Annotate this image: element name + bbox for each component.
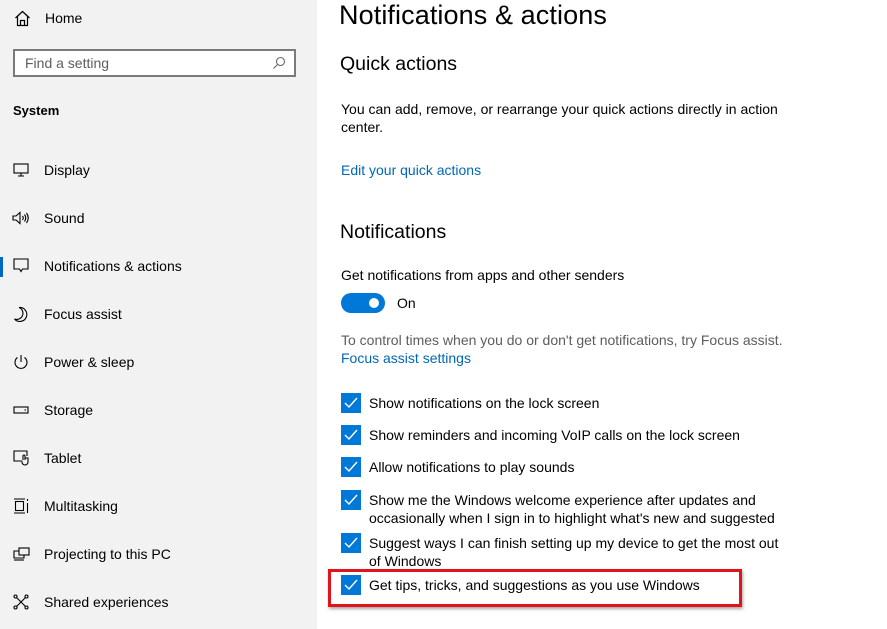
sidebar-item-shared-experiences[interactable]: Shared experiences — [0, 584, 317, 620]
sidebar-item-power-sleep[interactable]: Power & sleep — [0, 344, 317, 380]
active-indicator — [0, 353, 3, 373]
shared-experiences-icon — [12, 593, 30, 611]
search-box[interactable] — [13, 49, 296, 77]
notifications-icon — [12, 257, 30, 275]
sidebar-item-label: Shared experiences — [44, 594, 169, 610]
moon-icon — [12, 305, 30, 323]
power-icon — [12, 353, 30, 371]
sidebar-item-tablet[interactable]: Tablet — [0, 440, 317, 476]
checkbox-label: Show reminders and incoming VoIP calls o… — [369, 427, 740, 443]
tablet-icon — [12, 449, 30, 467]
checkbox[interactable] — [341, 457, 361, 477]
checkmark-icon — [344, 397, 358, 409]
toggle-state-label: On — [397, 295, 416, 311]
checkbox[interactable] — [341, 533, 361, 553]
checkmark-icon — [344, 429, 358, 441]
checkmark-icon — [344, 494, 358, 506]
multitasking-icon — [12, 497, 30, 515]
checkbox-welcome-experience[interactable]: Show me the Windows welcome experience a… — [341, 490, 789, 527]
sidebar: Home System Display — [0, 0, 317, 629]
toggle-knob — [369, 298, 379, 308]
sidebar-item-label: Sound — [44, 210, 85, 226]
active-indicator — [0, 593, 3, 613]
active-indicator — [0, 305, 3, 325]
checkbox-label: Show notifications on the lock screen — [369, 395, 600, 411]
display-icon — [12, 161, 30, 179]
notifications-heading: Notifications — [340, 221, 447, 243]
checkmark-icon — [344, 461, 358, 473]
checkbox[interactable] — [341, 393, 361, 413]
sidebar-item-label: Projecting to this PC — [44, 546, 171, 562]
checkbox-reminders-voip[interactable]: Show reminders and incoming VoIP calls o… — [341, 425, 789, 445]
notifications-toggle-label: Get notifications from apps and other se… — [341, 267, 625, 283]
sidebar-item-display[interactable]: Display — [0, 152, 317, 188]
active-indicator — [0, 545, 3, 565]
focus-assist-hint: To control times when you do or don't ge… — [341, 332, 783, 348]
sidebar-item-notifications-actions[interactable]: Notifications & actions — [0, 248, 317, 284]
checkbox[interactable] — [341, 425, 361, 445]
active-indicator — [0, 209, 3, 229]
storage-icon — [12, 401, 30, 419]
checkbox-label: Allow notifications to play sounds — [369, 459, 575, 475]
sidebar-item-label: Power & sleep — [44, 354, 135, 370]
sidebar-item-label: Storage — [44, 402, 94, 418]
sidebar-item-multitasking[interactable]: Multitasking — [0, 488, 317, 524]
highlight-annotation-box — [328, 569, 742, 607]
sidebar-item-label: Display — [44, 162, 90, 178]
checkbox-label: Show me the Windows welcome experience a… — [369, 492, 775, 526]
checkbox-label: Suggest ways I can finish setting up my … — [369, 535, 779, 569]
active-indicator — [0, 161, 3, 181]
checkbox-lock-screen-notifications[interactable]: Show notifications on the lock screen — [341, 393, 789, 413]
sidebar-item-label: Tablet — [44, 450, 82, 466]
sound-icon — [12, 209, 30, 227]
edit-quick-actions-link[interactable]: Edit your quick actions — [341, 162, 481, 178]
sidebar-item-focus-assist[interactable]: Focus assist — [0, 296, 317, 332]
projecting-icon — [12, 545, 30, 563]
home-nav-item[interactable]: Home — [12, 6, 82, 30]
sidebar-item-label: Notifications & actions — [44, 258, 182, 274]
section-title: System — [13, 103, 60, 118]
sidebar-item-projecting[interactable]: Projecting to this PC — [0, 536, 317, 572]
focus-assist-settings-link[interactable]: Focus assist settings — [341, 350, 471, 366]
sidebar-item-storage[interactable]: Storage — [0, 392, 317, 428]
sidebar-item-label: Multitasking — [44, 498, 118, 514]
quick-actions-heading: Quick actions — [340, 53, 458, 75]
sidebar-item-sound[interactable]: Sound — [0, 200, 317, 236]
search-icon[interactable] — [268, 56, 290, 70]
notifications-toggle[interactable] — [341, 293, 385, 313]
sidebar-item-label: Focus assist — [44, 306, 122, 322]
search-input[interactable] — [15, 54, 268, 72]
home-label: Home — [45, 10, 83, 26]
checkbox-play-sounds[interactable]: Allow notifications to play sounds — [341, 457, 789, 477]
active-indicator — [0, 449, 3, 469]
main-content: Notifications & actions Quick actions Yo… — [317, 0, 887, 629]
page-title: Notifications & actions — [339, 0, 607, 30]
active-indicator — [0, 401, 3, 421]
checkbox-suggest-setup[interactable]: Suggest ways I can finish setting up my … — [341, 533, 789, 570]
checkbox[interactable] — [341, 490, 361, 510]
active-indicator — [0, 257, 3, 277]
quick-actions-description: You can add, remove, or rearrange your q… — [341, 101, 778, 135]
home-icon — [12, 8, 32, 28]
active-indicator — [0, 497, 3, 517]
checkmark-icon — [344, 537, 358, 549]
notifications-toggle-row: On — [341, 293, 416, 313]
